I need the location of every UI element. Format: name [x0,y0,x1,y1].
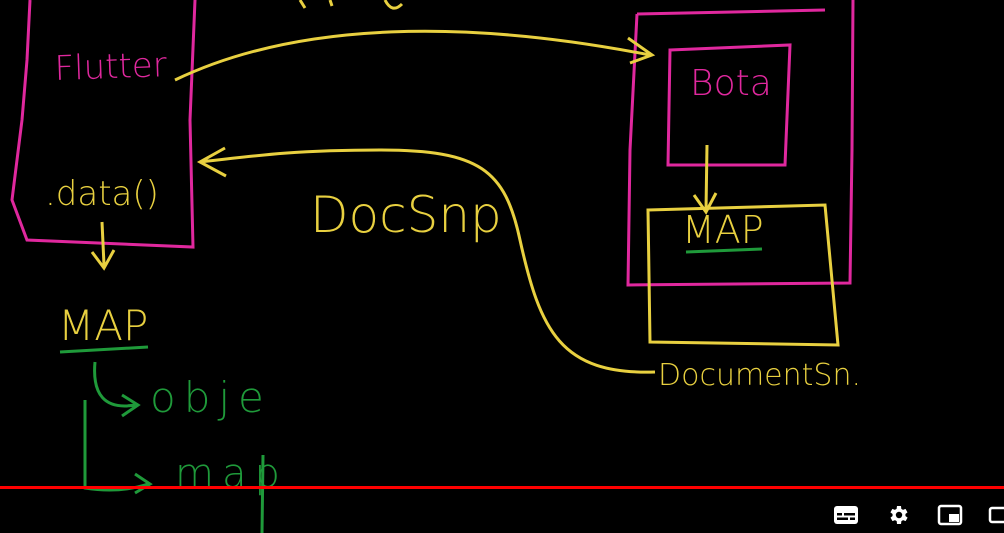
data-call-label: .data() [45,174,159,214]
subtitles-button[interactable] [831,502,861,528]
map-to-obje-arrow [93,361,141,418]
bota-to-map-arrow [692,144,718,215]
top-text-fragment [298,0,404,10]
docsnp-label: DocSnp [310,186,502,244]
subtitles-icon [834,506,858,524]
theater-mode-icon [988,506,1004,524]
settings-gear-icon [890,506,908,524]
player-controls-bar [0,480,1004,533]
bota-label: Bota [690,63,772,104]
documentsn-to-data-arrow [196,146,656,374]
flutter-to-bota-arrow [174,29,656,82]
miniplayer-icon [937,504,963,526]
documentsn-label: DocumentSn. [658,358,861,393]
theater-mode-button[interactable] [986,502,1004,528]
progress-played [0,486,1004,489]
whiteboard-canvas: Flutter .data() MAP obje map DocSnp Bota… [10,0,861,533]
progress-bar[interactable] [0,486,1004,489]
map-right-label: MAP [682,208,764,252]
map-left-label: MAP [58,301,148,350]
settings-button[interactable] [883,502,913,528]
flutter-label: Flutter [54,45,167,89]
video-frame[interactable]: Flutter .data() MAP obje map DocSnp Bota… [0,0,1004,533]
obje-label: obje [150,373,272,422]
miniplayer-button[interactable] [935,502,965,528]
